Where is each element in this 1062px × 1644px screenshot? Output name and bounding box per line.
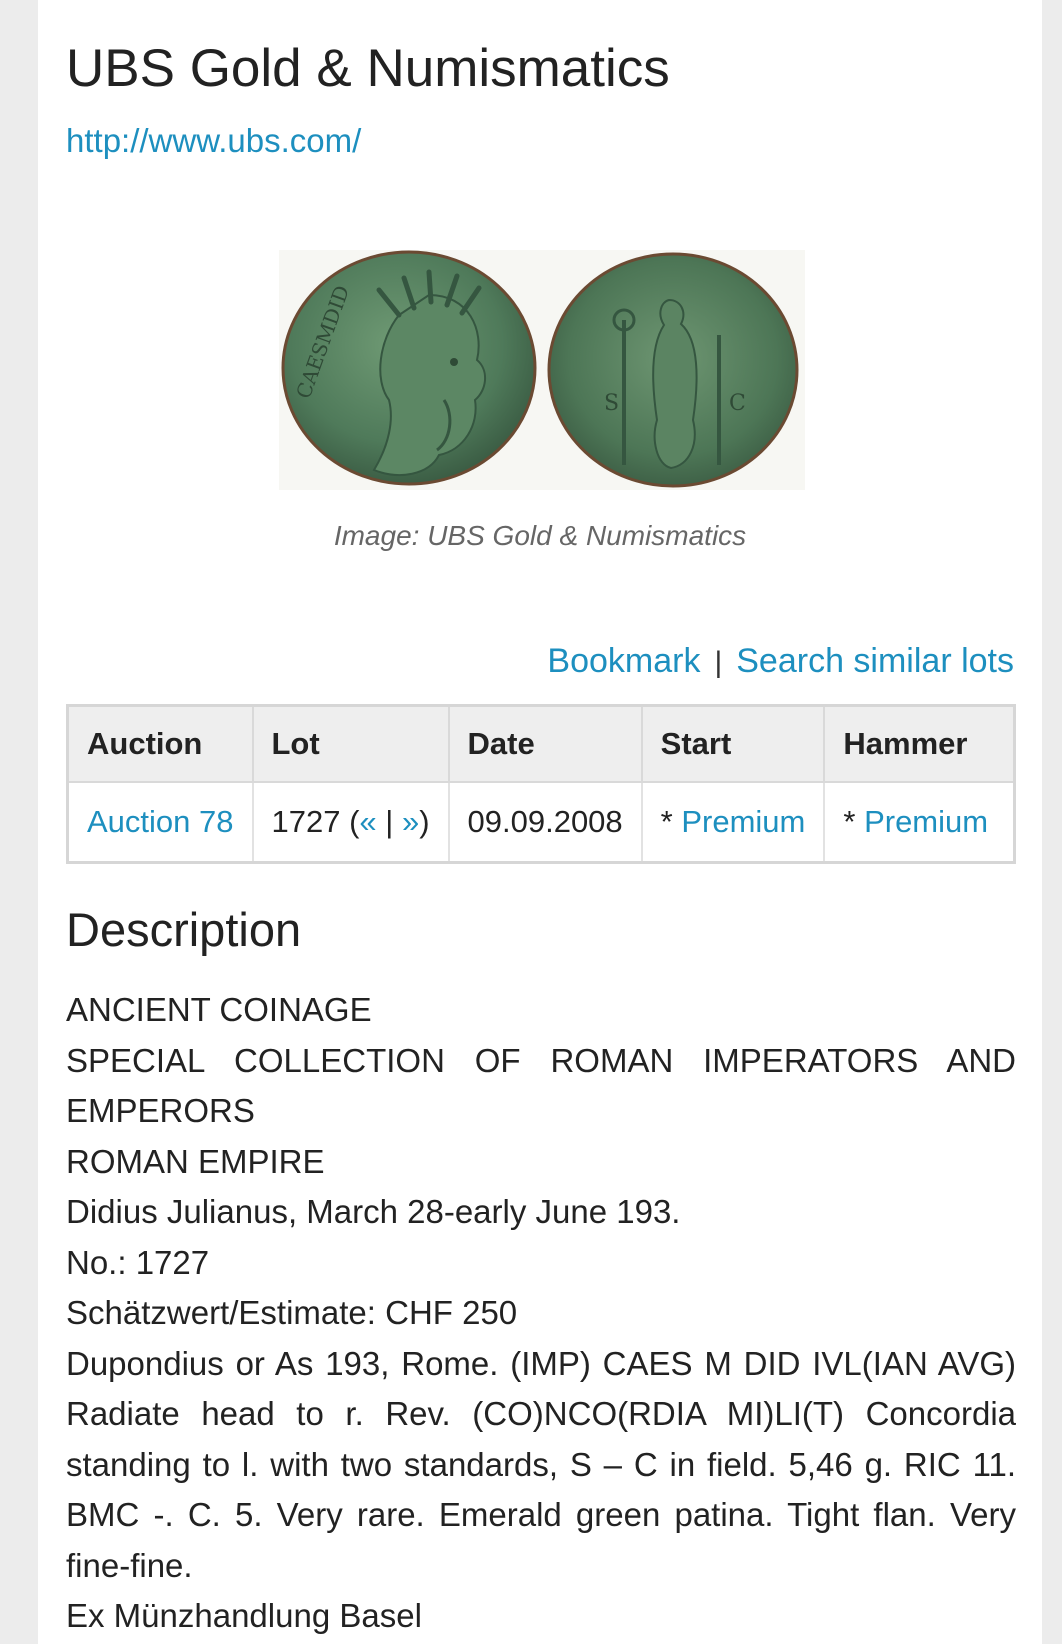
lot-nav-close: ) xyxy=(419,804,430,839)
lot-nav-open: ( xyxy=(340,804,360,839)
previous-lot-link[interactable]: « xyxy=(359,804,376,839)
header-hammer: Hammer xyxy=(824,705,1015,782)
hammer-premium-link[interactable]: Premium xyxy=(864,804,988,839)
start-premium-link[interactable]: Premium xyxy=(681,804,805,839)
lot-actions: Bookmark | Search similar lots xyxy=(547,642,1014,681)
coin-reverse: S C xyxy=(547,252,799,488)
description-line: Schätzwert/Estimate: CHF 250 xyxy=(66,1294,518,1331)
page-title: UBS Gold & Numismatics xyxy=(66,39,670,98)
description-line: Didius Julianus, March 28-early June 193… xyxy=(66,1193,681,1230)
lot-table-header-row: Auction Lot Date Start Hammer xyxy=(67,705,1015,782)
search-similar-lots-link[interactable]: Search similar lots xyxy=(736,642,1014,680)
lot-cell: 1727 (« | ») xyxy=(252,781,450,863)
lot-table: Auction Lot Date Start Hammer Auction 78… xyxy=(66,704,1016,864)
description-line: Ex Münzhandlung Basel xyxy=(66,1597,422,1634)
auction-cell: Auction 78 xyxy=(67,781,254,863)
description-line: Dupondius or As 193, Rome. (IMP) CAES M … xyxy=(66,1344,1016,1584)
header-start: Start xyxy=(641,705,826,782)
description-body: ANCIENT COINAGE SPECIAL COLLECTION OF RO… xyxy=(66,985,1016,1642)
coin-photo: CAESMDID S C xyxy=(281,250,799,488)
svg-text:C: C xyxy=(729,391,746,416)
image-caption: Image: UBS Gold & Numismatics xyxy=(333,520,747,551)
header-auction: Auction xyxy=(67,705,254,782)
svg-text:S: S xyxy=(604,391,619,416)
description-line: ANCIENT COINAGE xyxy=(66,991,372,1028)
listing-card: UBS Gold & Numismatics http://www.ubs.co… xyxy=(38,0,1042,1644)
next-lot-link[interactable]: » xyxy=(402,804,419,839)
hammer-prefix: * xyxy=(843,804,865,839)
start-prefix: * xyxy=(660,804,682,839)
description-heading: Description xyxy=(66,903,302,956)
description-line: ROMAN EMPIRE xyxy=(66,1142,325,1180)
coin-obverse: CAESMDID xyxy=(281,250,537,486)
date-cell: 09.09.2008 xyxy=(448,781,643,863)
lot-nav-separator: | xyxy=(376,804,402,839)
action-separator: | xyxy=(714,646,723,679)
coin-image[interactable]: CAESMDID S C xyxy=(279,250,805,490)
lot-number: 1727 xyxy=(271,804,341,839)
header-lot: Lot xyxy=(252,705,450,782)
table-row: Auction 78 1727 (« | ») 09.09.2008 * Pre… xyxy=(67,781,1015,863)
header-date: Date xyxy=(448,705,643,782)
hammer-cell: * Premium xyxy=(824,781,1015,863)
dealer-website-link[interactable]: http://www.ubs.com/ xyxy=(66,122,361,160)
bookmark-link[interactable]: Bookmark xyxy=(547,642,700,680)
auction-link[interactable]: Auction 78 xyxy=(87,804,234,839)
start-cell: * Premium xyxy=(641,781,826,863)
description-line: SPECIAL COLLECTION OF ROMAN IMPERATORS A… xyxy=(66,1041,1016,1130)
description-line: No.: 1727 xyxy=(66,1243,210,1281)
